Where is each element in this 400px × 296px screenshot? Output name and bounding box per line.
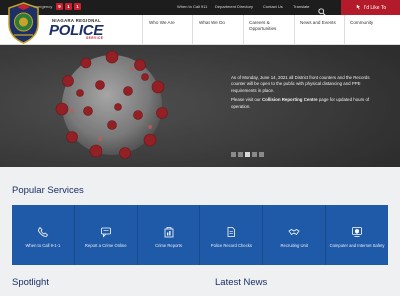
service-recruiting[interactable]: Recruiting Unit: [263, 205, 327, 265]
service-label: Computer and Internet Safety: [329, 242, 385, 248]
site-header: NIAGARA REGIONAL POLICE SERVICE Who We A…: [0, 2, 400, 45]
service-label: Recruiting Unit: [280, 242, 308, 248]
service-label: Report a Crime Online: [84, 242, 127, 248]
emergency-digit: 9: [56, 3, 63, 10]
carousel-indicators: [231, 152, 264, 157]
popular-services-heading: Popular Services: [12, 185, 84, 196]
nav-divider: [142, 15, 143, 45]
nav-community[interactable]: Community: [350, 20, 373, 26]
when-to-call-link[interactable]: When to Call 911: [177, 4, 207, 9]
hero-paragraph: As of Monday, June 14, 2021 all District…: [231, 75, 370, 93]
carousel-dot-active[interactable]: [245, 152, 250, 157]
hero-carousel[interactable]: As of Monday, June 14, 2021 all District…: [0, 45, 400, 167]
emergency-digit: 1: [65, 3, 72, 10]
latest-news-heading: Latest News: [215, 277, 268, 288]
hero-text-fragment: Please visit our: [231, 97, 262, 103]
department-directory-link[interactable]: Department Directory: [215, 4, 253, 9]
spotlight-heading: Spotlight: [12, 277, 49, 288]
nav-what-we-do[interactable]: What We Do: [199, 20, 225, 26]
popular-services-grid: When to Call 9-1-1 Report a Crime Online…: [12, 205, 388, 265]
id-like-to-button[interactable]: I'd Like To: [341, 0, 400, 15]
translate-link[interactable]: Translate: [293, 4, 310, 9]
carousel-dot[interactable]: [259, 152, 264, 157]
report-icon: [164, 226, 173, 238]
service-label: Police Record Checks: [210, 242, 252, 248]
nav-careers[interactable]: Careers & Opportunities: [249, 20, 291, 32]
carousel-dot[interactable]: [231, 152, 236, 157]
emergency-digit: 1: [74, 3, 81, 10]
police-crest-logo[interactable]: [5, 2, 42, 44]
brand-service: SERVICE: [86, 36, 104, 40]
service-when-to-call[interactable]: When to Call 9-1-1: [12, 205, 75, 265]
nav-news-events[interactable]: News and Events: [300, 20, 336, 26]
nav-who-we-are[interactable]: Who We Are: [149, 20, 175, 26]
service-report-crime[interactable]: Report a Crime Online: [75, 205, 138, 265]
nav-divider: [294, 15, 295, 45]
hero-paragraph: Please visit our Collision Reporting Cen…: [231, 97, 381, 110]
service-label: When to Call 9-1-1: [25, 242, 61, 248]
document-icon: [227, 226, 236, 237]
pointer-icon: [355, 4, 361, 12]
emergency-number[interactable]: 9 1 1: [56, 3, 81, 10]
carousel-dot[interactable]: [252, 152, 257, 157]
search-icon[interactable]: [318, 3, 326, 16]
utility-bar: Emergency 9 1 1 When to Call 911 Departm…: [0, 0, 400, 16]
service-record-checks[interactable]: Police Record Checks: [200, 205, 264, 265]
service-crime-reports[interactable]: Crime Reports: [138, 205, 201, 265]
chat-icon: [100, 227, 111, 238]
nav-divider: [344, 15, 345, 45]
contact-us-link[interactable]: Contact Us: [263, 4, 283, 9]
phone-icon: [38, 226, 48, 237]
hero-message: As of Monday, June 14, 2021 all District…: [231, 75, 381, 113]
service-label: Crime Reports: [155, 242, 183, 248]
service-internet-safety[interactable]: Computer and Internet Safety: [326, 205, 388, 265]
id-like-to-label: I'd Like To: [363, 4, 387, 11]
collision-centre-link[interactable]: Collision Reporting Centre: [262, 97, 318, 102]
shield-icon: [352, 226, 362, 237]
handshake-icon: [288, 228, 300, 235]
carousel-dot[interactable]: [238, 152, 243, 157]
nav-divider: [243, 15, 244, 45]
nav-divider: [192, 15, 193, 45]
